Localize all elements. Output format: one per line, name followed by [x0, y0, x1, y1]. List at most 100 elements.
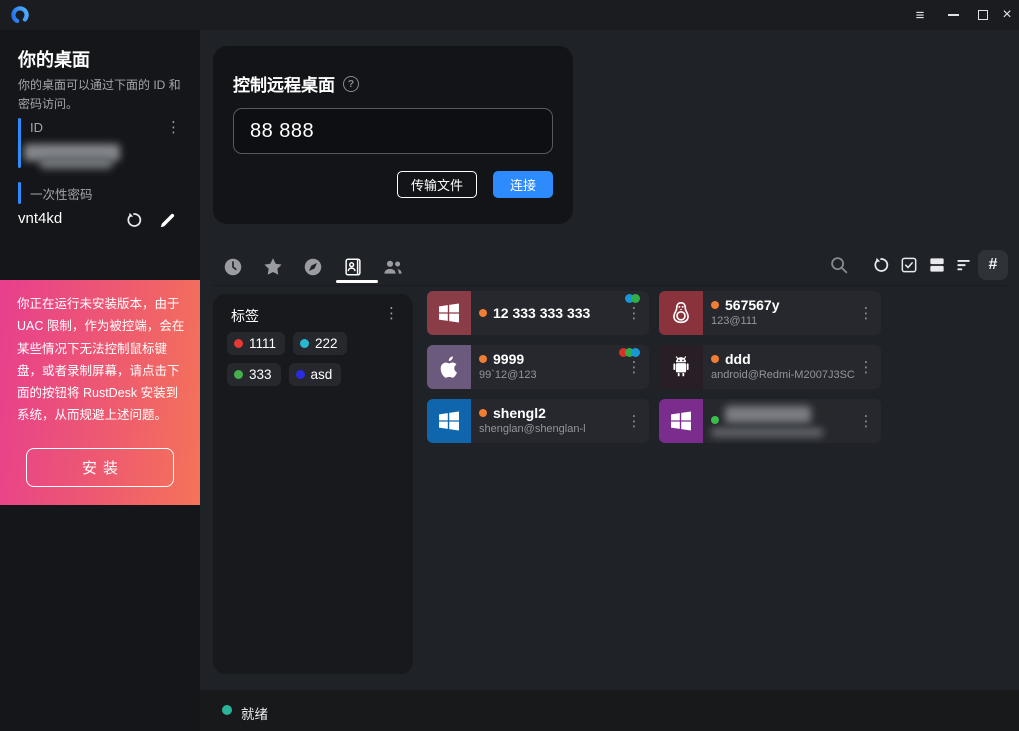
minimize-icon: [948, 14, 959, 16]
close-button[interactable]: ×: [992, 0, 1019, 30]
tab-favorites[interactable]: [255, 252, 291, 282]
pencil-icon: [158, 211, 177, 230]
group-icon: [381, 255, 405, 279]
peer-card[interactable]: shengl2 shenglan@shenglan-l ⋮: [427, 399, 649, 443]
toolbar-divider: [213, 285, 1006, 286]
tab-discovered[interactable]: [295, 252, 331, 282]
tab-address-book[interactable]: [335, 252, 371, 282]
remote-id-input[interactable]: [233, 108, 553, 154]
titlebar: ≡ ×: [0, 0, 1019, 30]
tab-group[interactable]: [375, 252, 411, 282]
peer-username: shenglan@shenglan-l: [479, 423, 623, 435]
close-icon: ×: [1002, 6, 1011, 24]
star-icon: [262, 256, 284, 278]
sidebar-title: 你的桌面: [18, 46, 90, 72]
password-accent-bar: [18, 182, 21, 204]
tag-label: 1111: [249, 336, 276, 351]
id-accent-bar: [18, 118, 21, 168]
online-status-dot: [711, 301, 719, 309]
cards-view-icon: [927, 255, 947, 275]
one-time-password-value: vnt4kd: [18, 210, 62, 227]
tag-chip[interactable]: 333: [227, 363, 281, 386]
minimize-button[interactable]: [938, 0, 968, 30]
tag-chip[interactable]: 1111: [227, 332, 285, 355]
refresh-peers-button[interactable]: [866, 250, 896, 280]
sort-icon: [954, 255, 974, 275]
online-status-dot: [479, 309, 487, 317]
tags-panel: 标签 ⋮ 1111 222 333 asd: [213, 294, 413, 674]
peer-menu-button[interactable]: ⋮: [623, 291, 645, 335]
peer-menu-button[interactable]: ⋮: [623, 345, 645, 389]
window-menu-button[interactable]: ≡: [905, 0, 935, 30]
connect-title: 控制远程桌面: [233, 71, 335, 96]
apple-icon: [437, 355, 462, 380]
peer-username: 99`12@123: [479, 369, 623, 381]
refresh-icon: [871, 255, 891, 275]
peer-name: 12 333 333 333: [493, 305, 590, 321]
online-status-dot: [479, 409, 487, 417]
windows-icon: [668, 408, 694, 434]
connect-title-row: 控制远程桌面 ?: [233, 71, 359, 96]
windows-platform-tile: [427, 399, 471, 443]
tag-chip[interactable]: asd: [289, 363, 342, 386]
tag-color-dot: [300, 339, 309, 348]
connect-button[interactable]: 连接: [493, 171, 553, 198]
warning-text: 你正在运行未安装版本，由于 UAC 限制，作为被控端，会在某些情况下无法控制鼠标…: [17, 293, 187, 427]
peer-card-redacted[interactable]: ⋮: [659, 399, 881, 443]
tag-chip[interactable]: 222: [293, 332, 347, 355]
peer-card[interactable]: 12 333 333 333 ⋮: [427, 291, 649, 335]
peer-card[interactable]: 567567y 123@111 ⋮: [659, 291, 881, 335]
id-menu-button[interactable]: ⋮: [166, 120, 181, 135]
peer-card[interactable]: 9999 99`12@123 ⋮: [427, 345, 649, 389]
peer-menu-button[interactable]: ⋮: [855, 345, 877, 389]
help-icon[interactable]: ?: [343, 76, 359, 92]
rustdesk-window: ≡ × 你的桌面 你的桌面可以通过下面的 ID 和密码访问。 ID ⋮ 一次性密…: [0, 0, 1019, 731]
peer-name: 9999: [493, 351, 524, 367]
peer-card[interactable]: ddd android@Redmi-M2007J3SC ⋮: [659, 345, 881, 389]
compass-icon: [302, 256, 324, 278]
peer-username-redacted: [711, 428, 823, 437]
windows-icon: [436, 408, 462, 434]
online-status-dot: [711, 416, 719, 424]
peer-menu-button[interactable]: ⋮: [623, 399, 645, 443]
linux-tux-icon: [668, 300, 694, 326]
connect-card: 控制远程桌面 ? 传输文件 连接: [213, 46, 573, 224]
refresh-password-button[interactable]: [122, 208, 146, 232]
edit-password-button[interactable]: [155, 208, 179, 232]
tab-recent-sessions[interactable]: [215, 252, 251, 282]
peer-name-redacted: [725, 406, 811, 423]
transfer-file-button[interactable]: 传输文件: [397, 171, 477, 198]
tag-label: 222: [315, 336, 338, 351]
windows-platform-tile: [427, 291, 471, 335]
peer-username: android@Redmi-M2007J3SC: [711, 369, 855, 381]
filter-by-tag-button[interactable]: #: [978, 250, 1008, 280]
install-button[interactable]: 安装: [26, 448, 174, 487]
rustdesk-logo-icon: [10, 5, 30, 25]
android-platform-tile: [659, 345, 703, 389]
peer-name: ddd: [725, 351, 751, 367]
active-tab-indicator: [336, 280, 378, 283]
peer-menu-button[interactable]: ⋮: [855, 291, 877, 335]
address-book-icon: [342, 256, 364, 278]
card-view-button[interactable]: [922, 250, 952, 280]
tags-menu-button[interactable]: ⋮: [384, 306, 399, 321]
tag-color-dot: [296, 370, 305, 379]
peer-username: 123@111: [711, 315, 855, 327]
main-area: 控制远程桌面 ? 传输文件 连接: [200, 30, 1019, 731]
select-peers-button[interactable]: [894, 250, 924, 280]
tag-label: asd: [311, 367, 333, 382]
android-icon: [668, 354, 694, 380]
connection-status-text: 就绪: [241, 703, 268, 723]
connect-buttons: 传输文件 连接: [397, 171, 553, 198]
online-status-dot: [479, 355, 487, 363]
clock-icon: [222, 256, 244, 278]
tags-title: 标签: [231, 306, 259, 326]
sort-button[interactable]: [949, 250, 979, 280]
peer-menu-button[interactable]: ⋮: [855, 399, 877, 443]
install-warning-banner: 你正在运行未安装版本，由于 UAC 限制，作为被控端，会在某些情况下无法控制鼠标…: [0, 280, 200, 505]
peer-name: 567567y: [725, 297, 780, 313]
maximize-icon: [978, 10, 988, 20]
search-button[interactable]: [824, 250, 854, 280]
tag-label: 333: [249, 367, 272, 382]
tag-list: 1111 222 333 asd: [227, 332, 403, 386]
